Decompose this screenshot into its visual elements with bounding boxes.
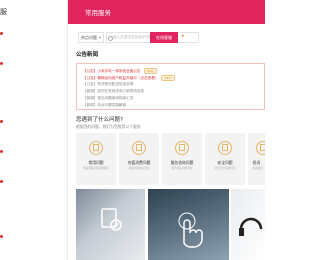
new-badge: NEW	[161, 75, 175, 81]
category-select-label: 热点问题	[81, 35, 97, 40]
problem-card[interactable]: 投诉 投诉建议	[248, 133, 265, 185]
category-select[interactable]: 热点问题	[78, 32, 104, 43]
problem-title: 您遇到了什么问题?	[76, 117, 123, 123]
notice-item[interactable]: 【新闻】如何在官网查询订单物流信息	[83, 89, 144, 94]
notice-item[interactable]: 【新闻】热点问题答疑解惑	[83, 103, 126, 108]
notice-list: 【公告】小米手机一体系统全面公告 NEW 【公告】暑期活动用户权益升级中（点击查看…	[76, 63, 265, 110]
sidebar-item-2[interactable]	[0, 62, 3, 65]
photo-laptop[interactable]	[76, 189, 145, 260]
page-header: 常用服务	[68, 0, 265, 24]
sidebar-item-1[interactable]	[0, 32, 3, 35]
sidebar-item-3[interactable]	[0, 120, 3, 123]
photo-touch[interactable]	[148, 189, 229, 260]
checklist-icon	[101, 208, 122, 231]
problem-card[interactable]: 常用问题 快速查看高频问题解答	[76, 133, 116, 185]
problem-card-desc: 服务相关问题咨询	[171, 167, 193, 170]
notice-title: 公告新闻	[76, 52, 99, 58]
new-badge: NEW	[143, 68, 157, 74]
problem-card-desc: 充值消费相关咨询	[128, 167, 150, 170]
page-title: 常用服务	[85, 9, 111, 17]
favorite-icon[interactable]: ★	[181, 33, 185, 38]
problem-card-label: 投诉	[252, 160, 261, 165]
complaint-icon	[256, 141, 265, 155]
problem-card-label: 安全问题	[217, 160, 233, 165]
headset-icon	[239, 217, 263, 236]
sidebar-brand: 服	[0, 8, 7, 16]
notice-item[interactable]: 【新闻】常见问题使用指南汇总	[83, 96, 133, 101]
service-icon	[175, 141, 189, 155]
wallet-icon	[132, 141, 146, 155]
problem-card[interactable]: 安全问题 账号安全问题咨询	[205, 133, 245, 185]
problem-cards: 常用问题 快速查看高频问题解答 充值消费问题 充值消费相关咨询 服务咨询问题 服…	[76, 133, 265, 185]
shield-icon	[218, 141, 232, 155]
sidebar-item-5[interactable]	[0, 180, 3, 183]
problem-card-label: 服务咨询问题	[170, 160, 194, 165]
sidebar: 服	[0, 0, 68, 260]
search-icon	[108, 36, 113, 41]
doc-icon	[89, 141, 103, 155]
hand-pointer-icon	[178, 212, 203, 248]
problem-card[interactable]: 充值消费问题 充值消费相关咨询	[119, 133, 159, 185]
problem-card-label: 常用问题	[88, 160, 104, 165]
notice-item[interactable]: 【公告】暑期活动用户权益升级中（点击查看） NEW	[83, 75, 175, 81]
problem-card-desc: 账号安全问题咨询	[214, 167, 236, 170]
problem-card[interactable]: 服务咨询问题 服务相关问题咨询	[162, 133, 202, 185]
problem-card-desc: 快速查看高频问题解答	[83, 167, 109, 170]
sidebar-item-4[interactable]	[0, 150, 3, 153]
notice-item[interactable]: 【公告】有关物流配送信息说明	[83, 82, 133, 87]
notice-item[interactable]: 【公告】小米手机一体系统全面公告 NEW	[83, 68, 157, 74]
problem-card-desc: 投诉建议	[252, 167, 263, 170]
photo-support[interactable]	[231, 189, 265, 260]
problem-hint: 根据您的问题，我们为您推荐以下服务	[76, 124, 141, 129]
chevron-down-icon	[99, 37, 101, 39]
problem-card-label: 充值消费问题	[127, 160, 151, 165]
sidebar-item-6[interactable]	[0, 235, 3, 238]
online-service-button[interactable]: 在线客服	[150, 32, 178, 43]
